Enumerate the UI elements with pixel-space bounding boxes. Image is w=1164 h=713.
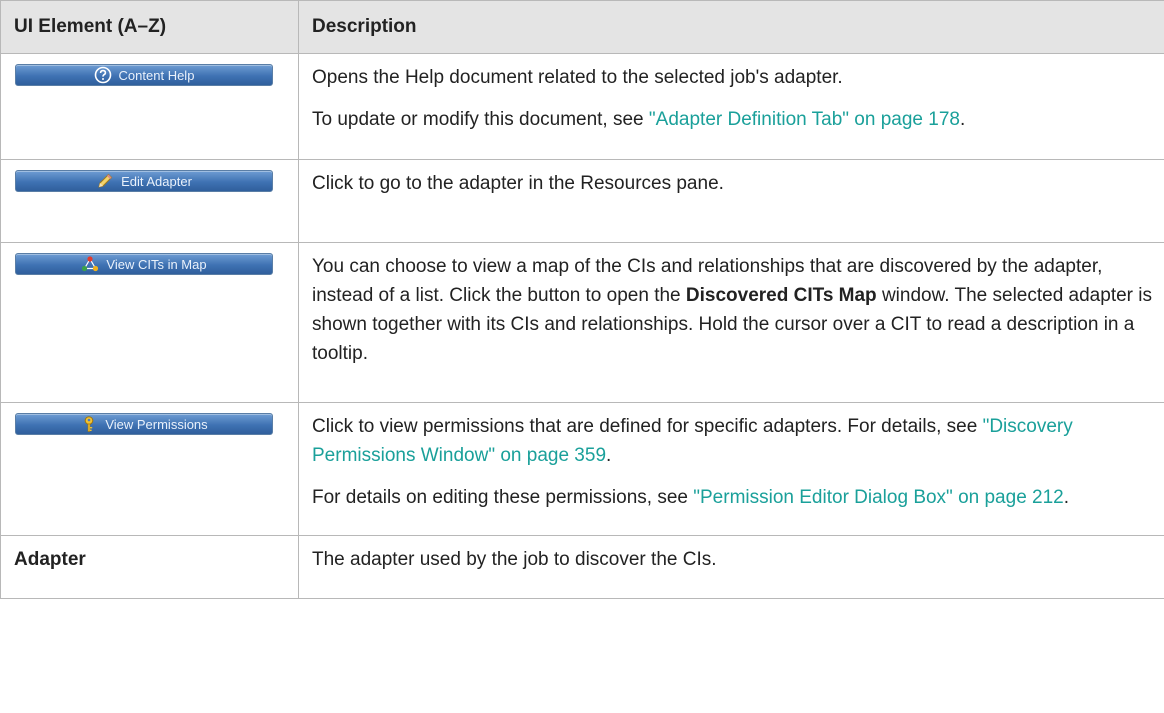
ui-elements-table: UI Element (A–Z) Description Content Hel… [0,0,1164,599]
text-segment: . [1063,487,1070,508]
description-cell: Opens the Help document related to the s… [298,53,1164,160]
button-label: Edit Adapter [121,173,192,189]
text-segment: To update or modify this document, see [312,109,649,130]
question-help-icon [94,66,112,84]
adapter-definition-tab-link[interactable]: "Adapter Definition Tab" on page 178 [649,109,960,130]
ui-element-cell: View CITs in Map [0,242,299,403]
description-text: Opens the Help document related to the s… [312,67,843,88]
button-label: View CITs in Map [106,256,207,272]
text-segment: Click to view permissions that are defin… [312,416,983,437]
description-text: For details on editing these permissions… [312,483,1152,512]
adapter-element-label: Adapter [14,549,86,570]
table-row: View CITs in Map You can choose to view … [0,242,1164,403]
table-row: Edit Adapter Click to go to the adapter … [0,159,1164,243]
view-permissions-button[interactable]: View Permissions [15,413,273,435]
table-header-row: UI Element (A–Z) Description [0,0,1164,54]
view-cits-in-map-button[interactable]: View CITs in Map [15,253,273,275]
ui-element-cell: View Permissions [0,402,299,536]
button-label: Content Help [118,67,195,83]
column-header-ui-element: UI Element (A–Z) [0,0,299,54]
description-cell: The adapter used by the job to discover … [298,535,1164,599]
description-text: Click to go to the adapter in the Resour… [312,173,724,194]
column-header-description: Description [298,0,1164,54]
edit-adapter-button[interactable]: Edit Adapter [15,170,273,192]
description-cell: You can choose to view a map of the CIs … [298,242,1164,403]
text-segment: . [606,445,612,466]
key-icon [80,415,98,433]
discovered-cits-map-term: Discovered CITs Map [685,285,877,306]
text-segment: For details on editing these permissions… [312,487,694,508]
permission-editor-dialog-box-link[interactable]: "Permission Editor Dialog Box" on page 2… [693,487,1063,508]
description-text: The adapter used by the job to discover … [312,549,717,570]
table-row: Adapter The adapter used by the job to d… [0,535,1164,599]
content-help-button[interactable]: Content Help [15,64,273,86]
ui-element-cell: Adapter [0,535,299,599]
table-row: Content Help Opens the Help document rel… [0,53,1164,160]
description-cell: Click to go to the adapter in the Resour… [298,159,1164,243]
description-cell: Click to view permissions that are defin… [298,402,1164,536]
ui-element-cell: Content Help [0,53,299,160]
ui-element-cell: Edit Adapter [0,159,299,243]
description-text: Click to view permissions that are defin… [312,412,1152,470]
pencil-icon [96,172,114,190]
table-row: View Permissions Click to view permissio… [0,402,1164,536]
button-label: View Permissions [105,416,208,432]
description-text: To update or modify this document, see "… [312,105,1152,134]
topology-map-icon [81,255,99,273]
description-text: You can choose to view a map of the CIs … [312,252,1152,368]
text-segment: . [959,109,966,130]
